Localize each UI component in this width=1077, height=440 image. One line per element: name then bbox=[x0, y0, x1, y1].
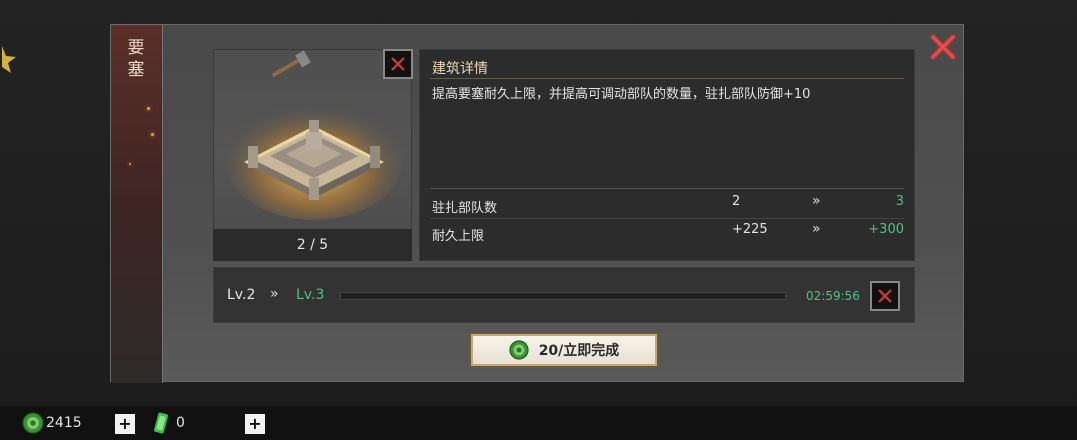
stat-arrow: » bbox=[812, 193, 821, 209]
stat-row-durability: 耐久上限 +225 » +300 bbox=[432, 221, 904, 244]
resource-jade: 2415 bbox=[22, 412, 82, 434]
close-icon bbox=[391, 57, 405, 71]
add-jade-button[interactable]: + bbox=[115, 414, 135, 434]
background-edge bbox=[0, 0, 60, 400]
add-token-button[interactable]: + bbox=[245, 414, 265, 434]
resource-jade-value: 2415 bbox=[46, 415, 82, 431]
hammer-icon bbox=[271, 50, 311, 78]
upgrade-progress-bar bbox=[340, 292, 786, 300]
divider bbox=[430, 218, 904, 219]
building-modal: 要 塞 2 / 5 建筑详情 提高要塞耐久上限，并提高可调动部队的数量，驻扎部队… bbox=[110, 24, 964, 383]
close-icon bbox=[878, 289, 892, 303]
side-tab-title-text: 要 塞 bbox=[127, 38, 147, 80]
side-tab-title: 要 塞 bbox=[111, 37, 163, 81]
detail-description: 提高要塞耐久上限，并提高可调动部队的数量，驻扎部队防御+10 bbox=[432, 87, 811, 102]
resource-bar: 2415 + 0 + bbox=[0, 406, 1077, 440]
instant-complete-button[interactable]: 20/立即完成 bbox=[471, 334, 657, 366]
current-level: Lv.2 bbox=[227, 287, 256, 303]
resource-token-value: 0 bbox=[176, 415, 185, 431]
building-detail-panel: 建筑详情 提高要塞耐久上限，并提高可调动部队的数量，驻扎部队防御+10 驻扎部队… bbox=[419, 49, 915, 261]
jade-coin-icon bbox=[22, 412, 44, 434]
stat-next: +300 bbox=[868, 222, 904, 237]
next-level: Lv.3 bbox=[296, 287, 325, 303]
stat-current: 2 bbox=[732, 194, 741, 209]
green-token-icon bbox=[154, 412, 168, 434]
game-screen: 要 塞 2 / 5 建筑详情 提高要塞耐久上限，并提高可调动部队的数量，驻扎部队… bbox=[0, 0, 1077, 440]
star-icon bbox=[2, 46, 16, 73]
stat-row-garrison: 驻扎部队数 2 » 3 bbox=[432, 193, 904, 216]
detail-title: 建筑详情 bbox=[432, 61, 488, 77]
level-arrow: » bbox=[270, 286, 279, 302]
building-count: 2 / 5 bbox=[213, 229, 412, 261]
side-tab: 要 塞 bbox=[111, 25, 163, 383]
upgrade-progress-panel: Lv.2 » Lv.3 02:59:56 bbox=[213, 267, 915, 323]
spark-decoration bbox=[129, 163, 131, 165]
jade-coin-icon bbox=[509, 340, 529, 360]
stat-current: +225 bbox=[732, 222, 768, 237]
stat-next: 3 bbox=[895, 194, 904, 209]
divider bbox=[430, 78, 904, 79]
stat-arrow: » bbox=[812, 221, 821, 237]
image-close-button[interactable] bbox=[383, 49, 413, 79]
upgrade-timer: 02:59:56 bbox=[806, 289, 860, 303]
spark-decoration bbox=[147, 107, 150, 110]
stat-label: 驻扎部队数 bbox=[432, 201, 498, 216]
stat-label: 耐久上限 bbox=[432, 229, 485, 244]
cancel-upgrade-button[interactable] bbox=[870, 281, 900, 311]
divider bbox=[430, 188, 904, 189]
close-modal-icon[interactable] bbox=[929, 33, 957, 61]
resource-token: 0 bbox=[152, 412, 185, 434]
instant-complete-label: 20/立即完成 bbox=[538, 343, 620, 359]
spark-decoration bbox=[151, 133, 154, 136]
